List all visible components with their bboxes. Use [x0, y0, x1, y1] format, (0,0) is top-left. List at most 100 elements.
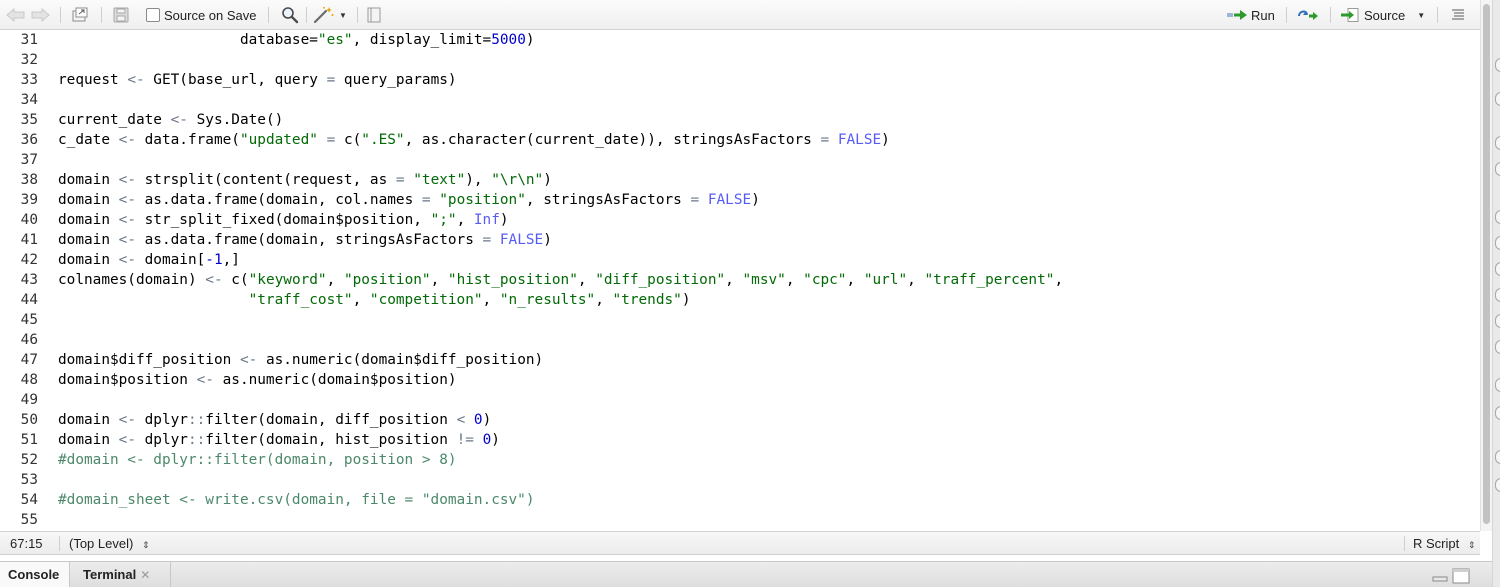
- pane-edge-tab[interactable]: [1495, 314, 1500, 328]
- maximize-pane-button[interactable]: [1452, 568, 1470, 587]
- code-text[interactable]: domain$diff_position <- as.numeric(domai…: [58, 350, 543, 370]
- pane-edge-tab[interactable]: [1495, 406, 1500, 420]
- code-line[interactable]: 40 domain <- str_split_fixed(domain$posit…: [0, 210, 1480, 230]
- code-line[interactable]: 32: [0, 50, 1480, 70]
- chevron-down-icon[interactable]: ▼: [1417, 11, 1425, 20]
- code-text[interactable]: "traff_cost", "competition", "n_results"…: [58, 290, 691, 310]
- code-line[interactable]: 44 "traff_cost", "competition", "n_resul…: [0, 290, 1480, 310]
- code-text[interactable]: domain <- strsplit(content(request, as =…: [58, 170, 552, 190]
- code-text[interactable]: c_date <- data.frame("updated" = c(".ES"…: [58, 130, 890, 150]
- scrollbar-thumb[interactable]: [1483, 4, 1490, 524]
- code-line[interactable]: 55: [0, 510, 1480, 530]
- code-line[interactable]: 48 domain$position <- as.numeric(domain$p…: [0, 370, 1480, 390]
- document-outline-button[interactable]: [1450, 0, 1466, 30]
- code-line[interactable]: 54 #domain_sheet <- write.csv(domain, fil…: [0, 490, 1480, 510]
- code-line[interactable]: 47 domain$diff_position <- as.numeric(dom…: [0, 350, 1480, 370]
- code-text[interactable]: colnames(domain) <- c("keyword", "positi…: [58, 270, 1063, 290]
- pane-splitter[interactable]: [1492, 0, 1500, 587]
- find-replace-button[interactable]: [281, 0, 299, 30]
- code-line[interactable]: 51 domain <- dplyr::filter(domain, hist_p…: [0, 430, 1480, 450]
- tab-console[interactable]: Console: [0, 562, 70, 587]
- scope-selector[interactable]: (Top Level) ⇕: [69, 532, 149, 555]
- close-icon[interactable]: ✕: [140, 568, 150, 582]
- pane-edge-tab[interactable]: [1495, 162, 1500, 176]
- file-type-selector[interactable]: R Script ⇕: [1413, 532, 1475, 555]
- code-line[interactable]: 38 domain <- strsplit(content(request, as…: [0, 170, 1480, 190]
- code-token: ,: [482, 292, 500, 308]
- compile-report-button[interactable]: [366, 0, 382, 30]
- pane-edge-tab[interactable]: [1495, 262, 1500, 276]
- source-file-icon: [1341, 8, 1359, 22]
- code-text[interactable]: domain <- dplyr::filter(domain, hist_pos…: [58, 430, 500, 450]
- code-line[interactable]: 53: [0, 470, 1480, 490]
- outline-lines-icon: [1452, 9, 1464, 20]
- code-line[interactable]: 43 colnames(domain) <- c("keyword", "posi…: [0, 270, 1480, 290]
- pane-edge-tab[interactable]: [1495, 378, 1500, 392]
- pane-edge-tab[interactable]: [1495, 210, 1500, 224]
- code-token: ): [482, 412, 492, 428]
- code-line[interactable]: 39 domain <- as.data.frame(domain, col.na…: [0, 190, 1480, 210]
- code-line[interactable]: 50 domain <- dplyr::filter(domain, diff_p…: [0, 410, 1480, 430]
- code-token: <-: [118, 192, 136, 208]
- back-button[interactable]: [6, 0, 26, 30]
- code-line[interactable]: 45: [0, 310, 1480, 330]
- code-editor[interactable]: 31 database="es", display_limit=5000) 32 3…: [0, 30, 1480, 531]
- run-button[interactable]: Run: [1227, 0, 1275, 30]
- code-line[interactable]: 33 request <- GET(base_url, query = query…: [0, 70, 1480, 90]
- tab-terminal[interactable]: Terminal ✕: [71, 562, 171, 587]
- code-text[interactable]: domain <- as.data.frame(domain, col.name…: [58, 190, 760, 210]
- code-line[interactable]: 42 domain <- domain[-1,]: [0, 250, 1480, 270]
- code-text[interactable]: domain <- domain[-1,]: [58, 250, 240, 270]
- pane-edge-tab[interactable]: [1495, 340, 1500, 354]
- pane-edge-tab[interactable]: [1495, 236, 1500, 250]
- code-text[interactable]: #domain_sheet <- write.csv(domain, file …: [58, 490, 535, 510]
- toolbar-separator: [268, 7, 269, 23]
- code-text[interactable]: domain <- as.data.frame(domain, stringsA…: [58, 230, 552, 250]
- pane-edge-tab[interactable]: [1495, 478, 1500, 492]
- code-line[interactable]: 52 #domain <- dplyr::filter(domain, posit…: [0, 450, 1480, 470]
- code-line[interactable]: 49: [0, 390, 1480, 410]
- code-token: "trends": [612, 292, 682, 308]
- code-token: "position": [343, 272, 431, 288]
- save-disk-icon: [113, 7, 129, 23]
- save-button[interactable]: [113, 0, 129, 30]
- code-tools-button[interactable]: ▼: [313, 0, 347, 30]
- code-text[interactable]: request <- GET(base_url, query = query_p…: [58, 70, 457, 90]
- code-text[interactable]: domain <- dplyr::filter(domain, diff_pos…: [58, 410, 491, 430]
- code-text[interactable]: domain$position <- as.numeric(domain$pos…: [58, 370, 457, 390]
- code-token: ): [499, 212, 509, 228]
- code-line[interactable]: 41 domain <- as.data.frame(domain, string…: [0, 230, 1480, 250]
- code-line[interactable]: 35 current_date <- Sys.Date(): [0, 110, 1480, 130]
- code-token: 0: [473, 412, 483, 428]
- pane-edge-tab[interactable]: [1495, 92, 1500, 106]
- rerun-button[interactable]: [1297, 0, 1319, 30]
- code-token: #domain <- dplyr::filter(domain, positio…: [58, 452, 457, 468]
- source-on-save-checkbox[interactable]: Source on Save: [146, 0, 257, 30]
- code-text[interactable]: #domain <- dplyr::filter(domain, positio…: [58, 450, 457, 470]
- code-text[interactable]: domain <- str_split_fixed(domain$positio…: [58, 210, 509, 230]
- code-token: filter(domain, diff_position: [205, 412, 457, 428]
- pane-edge-tab[interactable]: [1495, 288, 1500, 302]
- code-token: Inf: [473, 212, 500, 228]
- code-line[interactable]: 46: [0, 330, 1480, 350]
- code-token: =: [421, 192, 431, 208]
- pane-edge-tab[interactable]: [1495, 450, 1500, 464]
- code-line[interactable]: 31 database="es", display_limit=5000): [0, 30, 1480, 50]
- line-number: 36: [20, 132, 38, 148]
- source-button[interactable]: Source ▼: [1340, 0, 1425, 30]
- code-line[interactable]: 34: [0, 90, 1480, 110]
- vertical-scrollbar[interactable]: [1480, 0, 1492, 531]
- pane-edge-tab[interactable]: [1495, 136, 1500, 150]
- show-in-window-button[interactable]: [71, 0, 89, 30]
- checkbox-box[interactable]: [146, 8, 160, 22]
- minimize-icon: [1432, 576, 1448, 582]
- forward-button[interactable]: [30, 0, 50, 30]
- code-line[interactable]: 37: [0, 150, 1480, 170]
- code-text[interactable]: current_date <- Sys.Date(): [58, 110, 283, 130]
- code-text[interactable]: database="es", display_limit=5000): [58, 30, 535, 50]
- minimize-pane-button[interactable]: [1432, 570, 1448, 585]
- code-line[interactable]: 36 c_date <- data.frame("updated" = c(".E…: [0, 130, 1480, 150]
- code-token: c(: [335, 132, 362, 148]
- pane-edge-tab[interactable]: [1495, 58, 1500, 72]
